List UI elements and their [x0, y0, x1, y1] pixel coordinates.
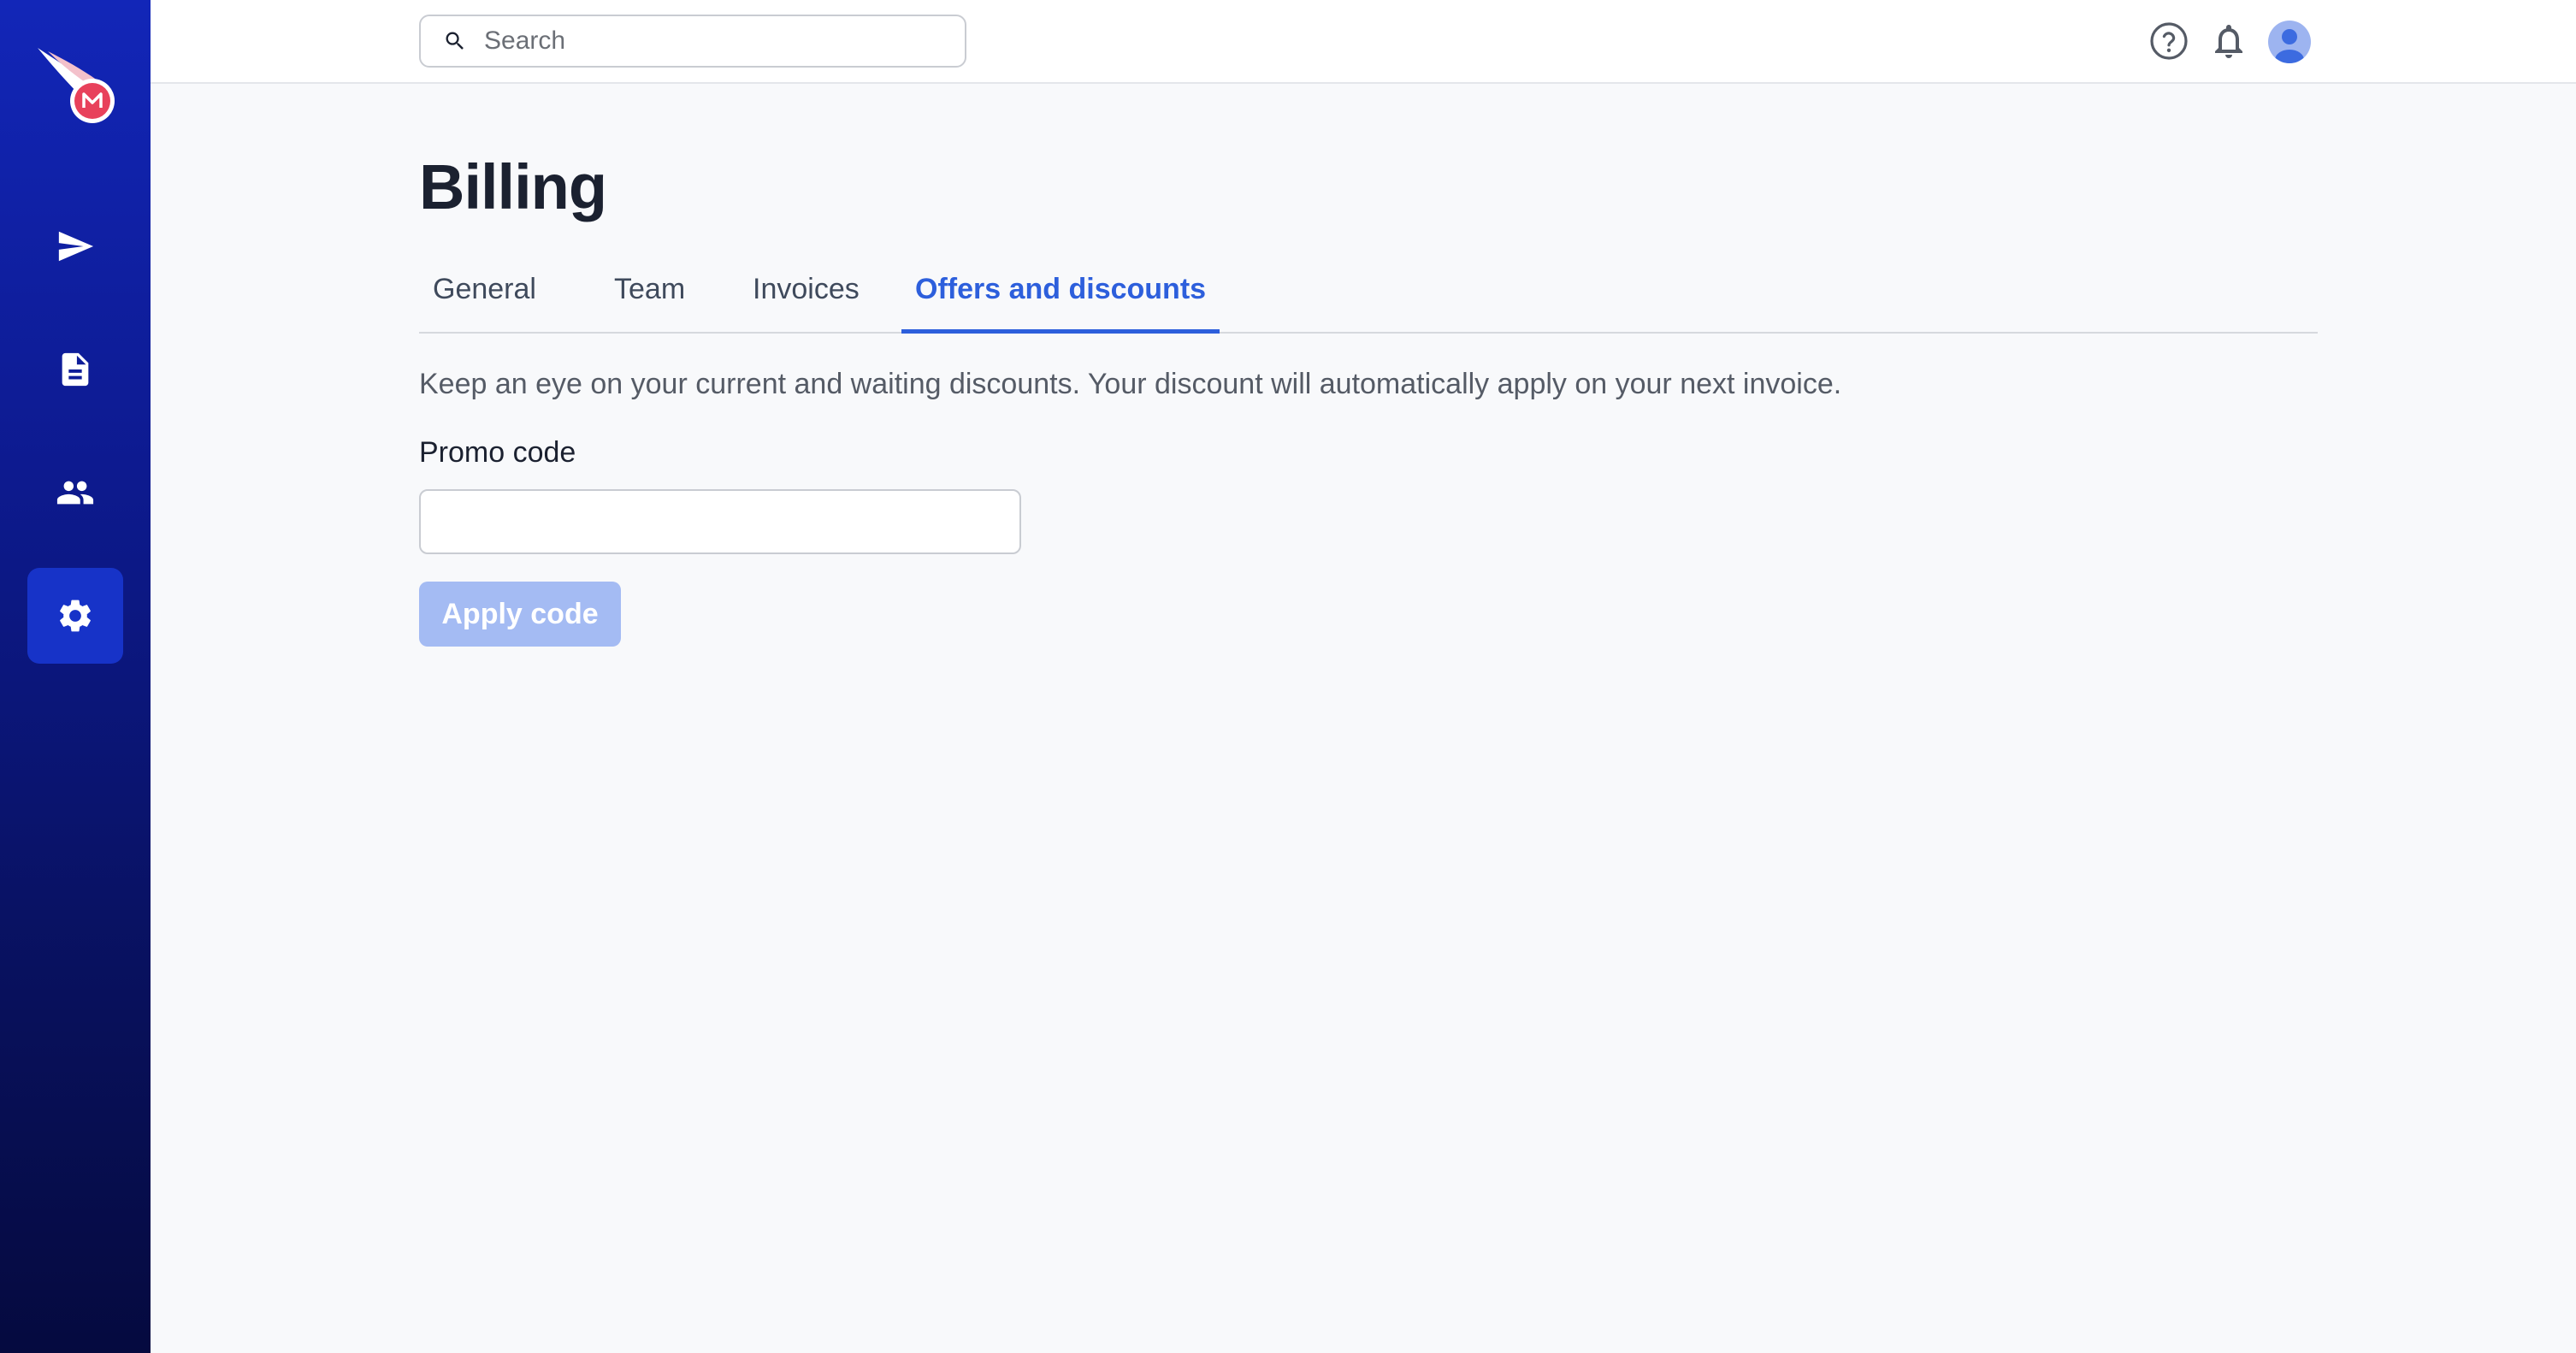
search-box[interactable] — [419, 15, 966, 68]
nav-templates[interactable] — [27, 322, 123, 417]
document-icon — [62, 352, 89, 387]
search-input[interactable] — [484, 27, 963, 56]
comet-logo-icon[interactable] — [32, 43, 118, 132]
nav-campaigns[interactable] — [27, 198, 123, 294]
tab-invoices[interactable]: Invoices — [739, 263, 873, 334]
search-icon — [446, 32, 464, 50]
nav-contacts[interactable] — [27, 445, 123, 541]
billing-tabs: General Team Invoices Offers and discoun… — [419, 263, 2318, 334]
sidebar — [0, 0, 151, 1353]
users-icon — [56, 481, 94, 505]
gear-icon — [60, 600, 91, 632]
nav-settings[interactable] — [27, 568, 123, 664]
page-title: Billing — [419, 151, 607, 222]
apply-code-button[interactable]: Apply code — [419, 582, 621, 647]
promo-code-label: Promo code — [419, 436, 576, 469]
tab-general[interactable]: General — [419, 263, 550, 334]
help-icon[interactable] — [2148, 21, 2189, 62]
send-icon — [58, 231, 94, 262]
tab-team[interactable]: Team — [600, 263, 699, 334]
promo-code-input[interactable] — [419, 489, 1021, 554]
tab-offers-and-discounts[interactable]: Offers and discounts — [901, 263, 1220, 334]
bell-icon[interactable] — [2208, 21, 2249, 62]
discount-description: Keep an eye on your current and waiting … — [419, 368, 1842, 400]
user-icon — [2275, 29, 2304, 63]
avatar[interactable] — [2268, 21, 2311, 63]
top-bar — [151, 0, 2576, 84]
